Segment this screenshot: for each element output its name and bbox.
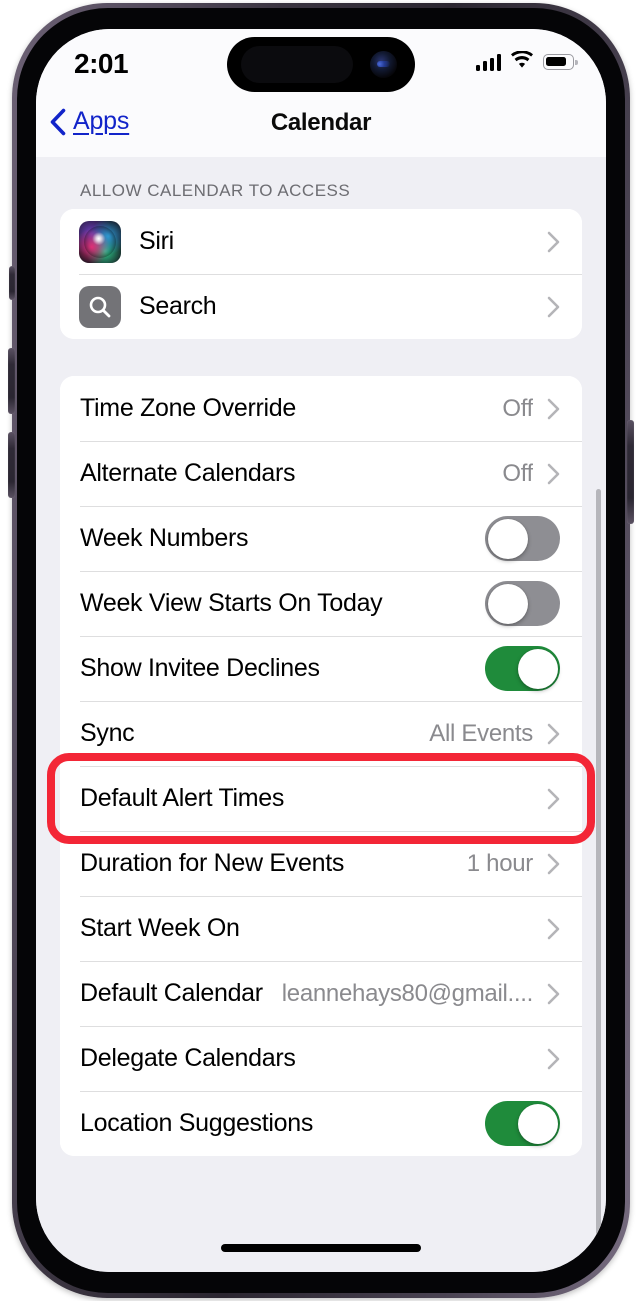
siri-icon [79,220,121,263]
search-icon [79,285,121,328]
chevron-right-icon [547,983,560,1004]
chevron-right-icon [547,918,560,939]
status-bar-clock: 2:01 [74,48,129,79]
power-button[interactable] [627,420,634,524]
settings-row-value: Off [502,459,533,487]
settings-row-value: Off [502,394,533,422]
chevron-right-icon [547,398,560,419]
home-indicator[interactable] [221,1244,421,1252]
settings-row-duration-for-new-events[interactable]: Duration for New Events 1 hour [60,831,582,896]
front-camera-icon [370,51,397,78]
settings-row-week-view-starts-on-today[interactable]: Week View Starts On Today [60,571,582,636]
settings-row-search[interactable]: Search [60,274,582,339]
settings-group-calendar-options: Time Zone Override Off Alternate Calenda… [60,376,582,1156]
settings-row-label: Sync [80,719,135,747]
show-invitee-declines-toggle[interactable] [485,646,560,691]
phone-screen: 2:01 Apps Calendar ALLOW CALENDAR TO ACC… [36,29,606,1272]
settings-row-default-calendar[interactable]: Default Calendar leannehays80@gmail.... [60,961,582,1026]
settings-row-label: Default Calendar [80,979,263,1007]
settings-row-label: Alternate Calendars [80,459,296,487]
silent-switch-button[interactable] [9,266,15,300]
dynamic-island [227,37,415,92]
location-suggestions-toggle[interactable] [485,1101,560,1146]
cellular-signal-icon [475,53,501,71]
vertical-scrollbar[interactable] [596,489,601,1239]
settings-list: ALLOW CALENDAR TO ACCESS Siri Search Tim… [36,157,606,1272]
settings-row-label: Duration for New Events [80,849,345,877]
status-bar-indicators [475,49,578,74]
settings-row-label: Delegate Calendars [80,1044,296,1072]
status-bar: 2:01 [36,29,606,95]
week-view-starts-on-today-toggle[interactable] [485,581,560,626]
page-title: Calendar [270,109,372,136]
settings-row-week-numbers[interactable]: Week Numbers [60,506,582,571]
volume-down-button[interactable] [8,432,15,498]
settings-row-alternate-calendars[interactable]: Alternate Calendars Off [60,441,582,506]
settings-row-label: Start Week On [80,914,240,942]
settings-row-siri[interactable]: Siri [60,209,582,274]
settings-row-label: Time Zone Override [80,394,296,422]
settings-row-label: Week Numbers [80,524,249,552]
settings-row-label: Show Invitee Declines [80,654,320,682]
settings-row-label: Location Suggestions [80,1109,314,1137]
settings-row-value: 1 hour [466,849,533,877]
dynamic-island-inner [241,46,353,83]
phone-mockup: 2:01 Apps Calendar ALLOW CALENDAR TO ACC… [0,0,642,1301]
section-header-allow-access: ALLOW CALENDAR TO ACCESS [80,181,351,200]
settings-row-default-alert-times[interactable]: Default Alert Times [60,766,582,831]
chevron-right-icon [547,723,560,744]
settings-row-sync[interactable]: Sync All Events [60,701,582,766]
volume-up-button[interactable] [8,348,15,414]
settings-row-time-zone-override[interactable]: Time Zone Override Off [60,376,582,441]
week-numbers-toggle[interactable] [485,516,560,561]
settings-row-label: Week View Starts On Today [80,589,383,617]
chevron-right-icon [547,1048,560,1069]
settings-row-location-suggestions[interactable]: Location Suggestions [60,1091,582,1156]
navigation-bar: Apps Calendar [36,95,606,157]
battery-icon [543,54,578,70]
settings-row-value: leannehays80@gmail.... [281,979,533,1007]
settings-row-start-week-on[interactable]: Start Week On [60,896,582,961]
settings-row-value: All Events [429,719,533,747]
settings-row-show-invitee-declines[interactable]: Show Invitee Declines [60,636,582,701]
wifi-icon [510,49,534,74]
settings-row-label: Search [139,292,217,320]
chevron-right-icon [547,231,560,252]
chevron-right-icon [547,296,560,317]
chevron-right-icon [547,853,560,874]
chevron-right-icon [547,788,560,809]
settings-group-allow-access: Siri Search [60,209,582,339]
settings-row-label: Siri [139,227,174,255]
chevron-right-icon [547,463,560,484]
settings-row-label: Default Alert Times [80,784,285,812]
settings-row-delegate-calendars[interactable]: Delegate Calendars [60,1026,582,1091]
